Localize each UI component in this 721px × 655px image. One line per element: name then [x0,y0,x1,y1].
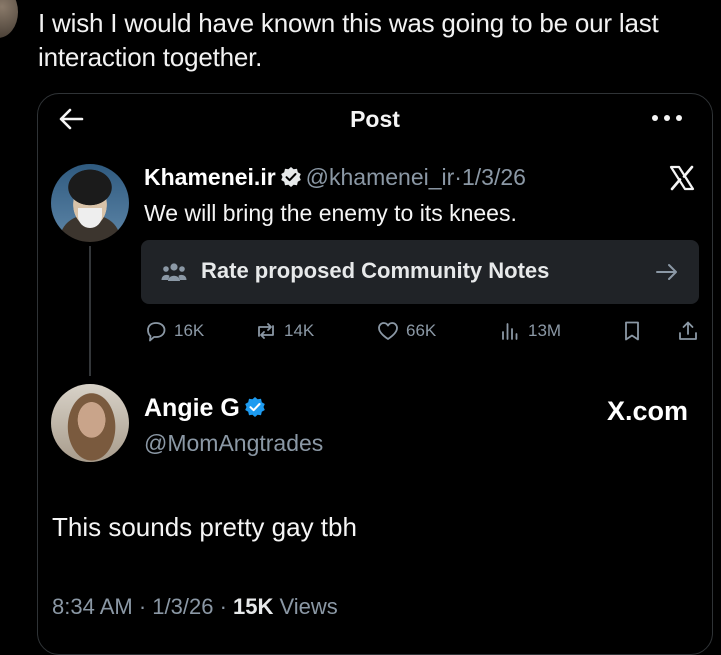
author-handle[interactable]: @khamenei_ir [306,164,455,190]
bookmark-icon [625,321,639,341]
reply-author-row: Angie G [144,394,270,423]
community-notes-button[interactable]: Rate proposed Community Notes [141,240,699,304]
corner-avatar[interactable] [0,0,18,38]
like-button[interactable]: 66K [376,316,436,346]
x-logo-icon [669,165,695,191]
original-post-author-row: Khamenei.ir @khamenei_ir·1/3/26 [144,164,526,191]
quoted-post-screenshot: Post Khamenei.ir @khamenei_ir·1/3/26 We … [37,93,713,655]
verified-badge-icon [245,397,265,417]
views-count: 15K [233,594,274,619]
repost-button[interactable]: 14K [254,316,314,346]
verified-badge-icon [280,167,301,187]
community-people-icon [161,263,187,281]
page-title: Post [350,106,400,132]
reply-icon [147,322,166,342]
separator-dot: · [132,594,153,619]
reply-post-footer: 8:34 AM · 1/3/26 · 15K Views [52,594,338,620]
post-header: Post [38,94,712,144]
community-notes-label: Rate proposed Community Notes [201,258,550,283]
views-button[interactable]: 13M [498,316,561,346]
views-label: Views [273,594,338,619]
thread-connector-line [89,246,91,376]
views-count: 13M [528,321,562,340]
original-post-text: We will bring the enemy to its knees. [144,200,517,226]
reply-count: 16K [174,321,205,340]
analytics-icon [502,323,518,340]
avatar-khamenei[interactable] [51,164,129,242]
author-name[interactable]: Khamenei.ir [144,164,276,190]
post-time[interactable]: 8:34 AM [52,594,133,619]
separator-dot: · [213,594,234,619]
bookmark-button[interactable] [620,316,644,346]
x-com-watermark: X.com [606,396,688,426]
repost-icon [258,323,274,339]
repost-count: 14K [284,321,315,340]
share-button[interactable] [676,316,700,346]
post-date[interactable]: 1/3/26 [152,594,213,619]
share-icon [679,321,697,340]
more-options-icon[interactable] [650,108,684,128]
engagement-bar: 16K 14K 66K 13M [144,316,704,346]
reply-post-text: This sounds pretty gay tbh [52,512,357,542]
reply-author-handle[interactable]: @MomAngtrades [144,430,323,457]
separator-dot: · [454,164,462,190]
outer-tweet-text: I wish I would have known this was going… [38,8,659,72]
like-count: 66K [406,321,437,340]
heart-icon [378,322,398,340]
avatar-angie[interactable] [51,384,129,462]
post-date[interactable]: 1/3/26 [462,164,526,190]
arrow-right-icon [656,264,677,280]
reply-author-name[interactable]: Angie G [144,394,240,422]
reply-button[interactable]: 16K [144,316,204,346]
